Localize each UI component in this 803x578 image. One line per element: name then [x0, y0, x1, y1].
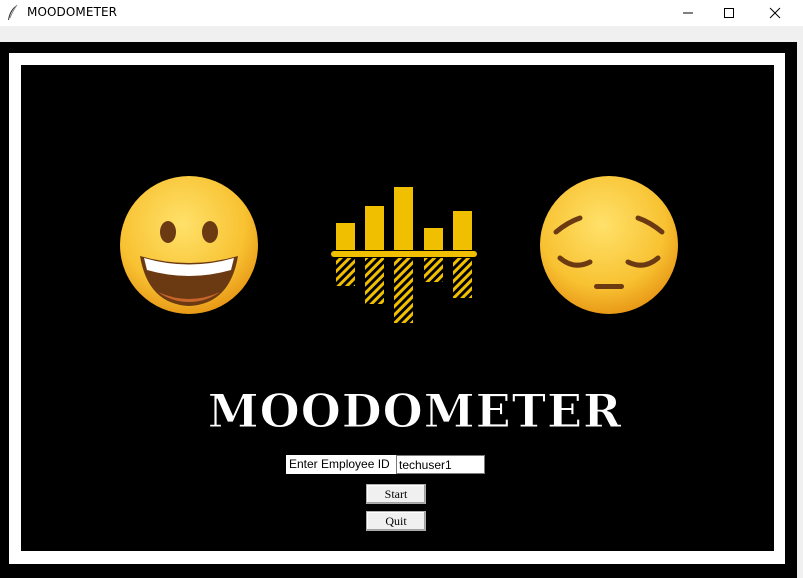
employee-id-label: Enter Employee ID: [286, 455, 396, 474]
employee-id-input[interactable]: [396, 455, 485, 474]
minimize-icon: [683, 12, 693, 14]
app-logo-text: MOODOMETER: [207, 384, 623, 439]
window-title: MOODOMETER: [27, 5, 118, 19]
start-button[interactable]: Start: [366, 484, 426, 504]
close-button[interactable]: [752, 0, 798, 26]
close-icon: [769, 7, 781, 19]
title-bar: MOODOMETER: [0, 0, 803, 26]
maximize-icon: [724, 8, 734, 18]
grinning-face-emoji: [120, 176, 258, 314]
quit-button[interactable]: Quit: [366, 511, 426, 531]
minimize-button[interactable]: [665, 0, 711, 26]
feather-icon: [8, 4, 18, 20]
pensive-face-emoji: [540, 176, 678, 314]
window-strip: [0, 26, 803, 42]
maximize-button[interactable]: [706, 0, 752, 26]
mood-bars-icon: [331, 187, 477, 323]
